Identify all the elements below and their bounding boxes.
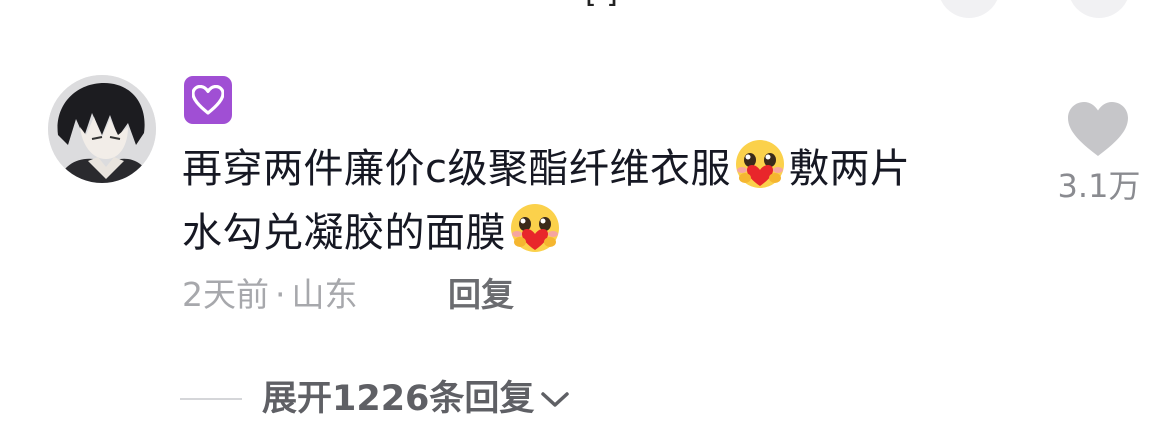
comment-meta: 2天前 · 山东	[182, 272, 358, 318]
heart-hug-emoji	[736, 140, 784, 188]
like-heart-icon[interactable]	[1066, 100, 1130, 158]
header-partial-title: [ ]	[585, 0, 618, 8]
expand-replies-label: 展开1226条回复	[262, 379, 535, 419]
comment-text: 再穿两件廉价c级聚酯纤维衣服 敷两片 水勾兑凝胶的面膜	[182, 137, 1012, 265]
comment-screen: [ ] 再穿两件廉价c级聚酯纤维衣服	[0, 0, 1170, 429]
username-badge[interactable]	[184, 76, 232, 124]
header-button-partial[interactable]	[1068, 0, 1130, 18]
expand-replies-button[interactable]: 展开1226条回复	[262, 376, 570, 422]
comment-text-segment: 敷两片	[789, 146, 911, 192]
chevron-down-icon	[540, 376, 570, 422]
comment-location: 山东	[291, 275, 358, 314]
heart-hug-emoji	[511, 204, 559, 252]
avatar[interactable]	[48, 75, 156, 183]
expand-divider	[180, 398, 242, 400]
like-count: 3.1万	[1057, 167, 1141, 205]
reply-button[interactable]: 回复	[448, 272, 514, 318]
comment-line-1: 再穿两件廉价c级聚酯纤维衣服 敷两片	[182, 137, 1012, 201]
header-button-partial[interactable]	[938, 0, 1000, 18]
avatar-image	[48, 75, 156, 183]
purple-heart-icon	[192, 85, 224, 115]
comment-time: 2天前	[182, 275, 269, 314]
comment-text-segment: 水勾兑凝胶的面膜	[182, 210, 506, 256]
comment-line-2: 水勾兑凝胶的面膜	[182, 201, 1012, 265]
meta-separator: ·	[275, 275, 286, 314]
comment-text-segment: 再穿两件廉价c级聚酯纤维衣服	[182, 146, 731, 192]
